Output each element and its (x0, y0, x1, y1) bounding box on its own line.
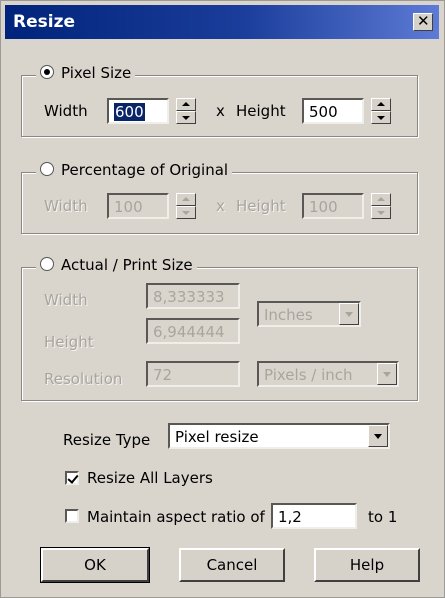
percent-width-label: Width (44, 197, 88, 215)
actual-size-radio[interactable]: Actual / Print Size (36, 256, 197, 274)
chevron-down-icon[interactable] (368, 425, 388, 447)
resolution-input[interactable]: 72 (146, 361, 240, 387)
spin-up-icon[interactable] (176, 193, 196, 206)
percentage-radio[interactable]: Percentage of Original (36, 161, 233, 179)
spin-down-icon[interactable] (371, 206, 391, 219)
percent-x-label: x (216, 197, 225, 215)
help-button[interactable]: Help (314, 548, 420, 582)
resize-all-layers-label[interactable]: Resize All Layers (87, 469, 213, 487)
actual-height-input[interactable]: 6,944444 (146, 318, 240, 344)
spin-down-icon[interactable] (371, 111, 391, 124)
pixel-x-label: x (216, 102, 225, 120)
cancel-button[interactable]: Cancel (179, 548, 285, 582)
title-bar[interactable]: Resize ✕ (5, 5, 439, 39)
chevron-down-icon[interactable] (339, 303, 359, 325)
ok-button[interactable]: OK (40, 547, 150, 583)
resize-type-dropdown[interactable]: Pixel resize (168, 423, 390, 449)
actual-size-label: Actual / Print Size (61, 256, 193, 274)
actual-width-input[interactable]: 8,333333 (146, 283, 240, 309)
actual-width-label: Width (44, 291, 88, 309)
actual-height-label: Height (44, 333, 94, 351)
pixel-width-label: Width (44, 102, 88, 120)
units-dropdown[interactable]: Inches (257, 301, 361, 327)
resolution-units-dropdown[interactable]: Pixels / inch (257, 361, 399, 387)
spin-up-icon[interactable] (176, 98, 196, 111)
resize-dialog: Resize ✕ Pixel Size Width 600 x Height 5… (0, 0, 445, 598)
resize-type-value: Pixel resize (175, 428, 259, 446)
pixel-width-input[interactable]: 600 (107, 98, 169, 124)
resolution-units-value: Pixels / inch (264, 366, 353, 384)
chevron-down-icon[interactable] (377, 363, 397, 385)
pixel-height-spinner[interactable] (371, 98, 391, 124)
close-icon: ✕ (417, 12, 430, 30)
maintain-aspect-label[interactable]: Maintain aspect ratio of (87, 508, 265, 526)
pixel-width-value: 600 (114, 103, 145, 121)
percentage-label: Percentage of Original (61, 161, 229, 179)
spin-down-icon[interactable] (176, 111, 196, 124)
percent-width-spinner[interactable] (176, 193, 196, 219)
pixel-height-input[interactable]: 500 (302, 98, 364, 124)
pixel-size-label: Pixel Size (61, 64, 132, 82)
aspect-suffix-label: to 1 (368, 508, 398, 526)
spin-up-icon[interactable] (371, 193, 391, 206)
spin-down-icon[interactable] (176, 206, 196, 219)
percent-height-spinner[interactable] (371, 193, 391, 219)
resize-all-layers-checkbox[interactable] (65, 471, 79, 485)
percent-width-input[interactable]: 100 (107, 193, 169, 219)
pixel-width-spinner[interactable] (176, 98, 196, 124)
radio-selected-icon (40, 65, 54, 79)
radio-empty-icon (40, 162, 54, 176)
resize-type-label: Resize Type (63, 431, 151, 449)
maintain-aspect-checkbox[interactable] (65, 509, 79, 523)
units-value: Inches (264, 306, 313, 324)
percent-height-label: Height (236, 197, 286, 215)
radio-empty-icon (40, 257, 54, 271)
spin-up-icon[interactable] (371, 98, 391, 111)
resolution-label: Resolution (44, 370, 123, 388)
aspect-ratio-input[interactable]: 1,2 (271, 503, 357, 529)
pixel-size-radio[interactable]: Pixel Size (36, 64, 136, 82)
percent-height-input[interactable]: 100 (302, 193, 364, 219)
pixel-height-label: Height (236, 102, 286, 120)
close-button[interactable]: ✕ (413, 12, 433, 31)
dialog-title: Resize (13, 12, 75, 32)
